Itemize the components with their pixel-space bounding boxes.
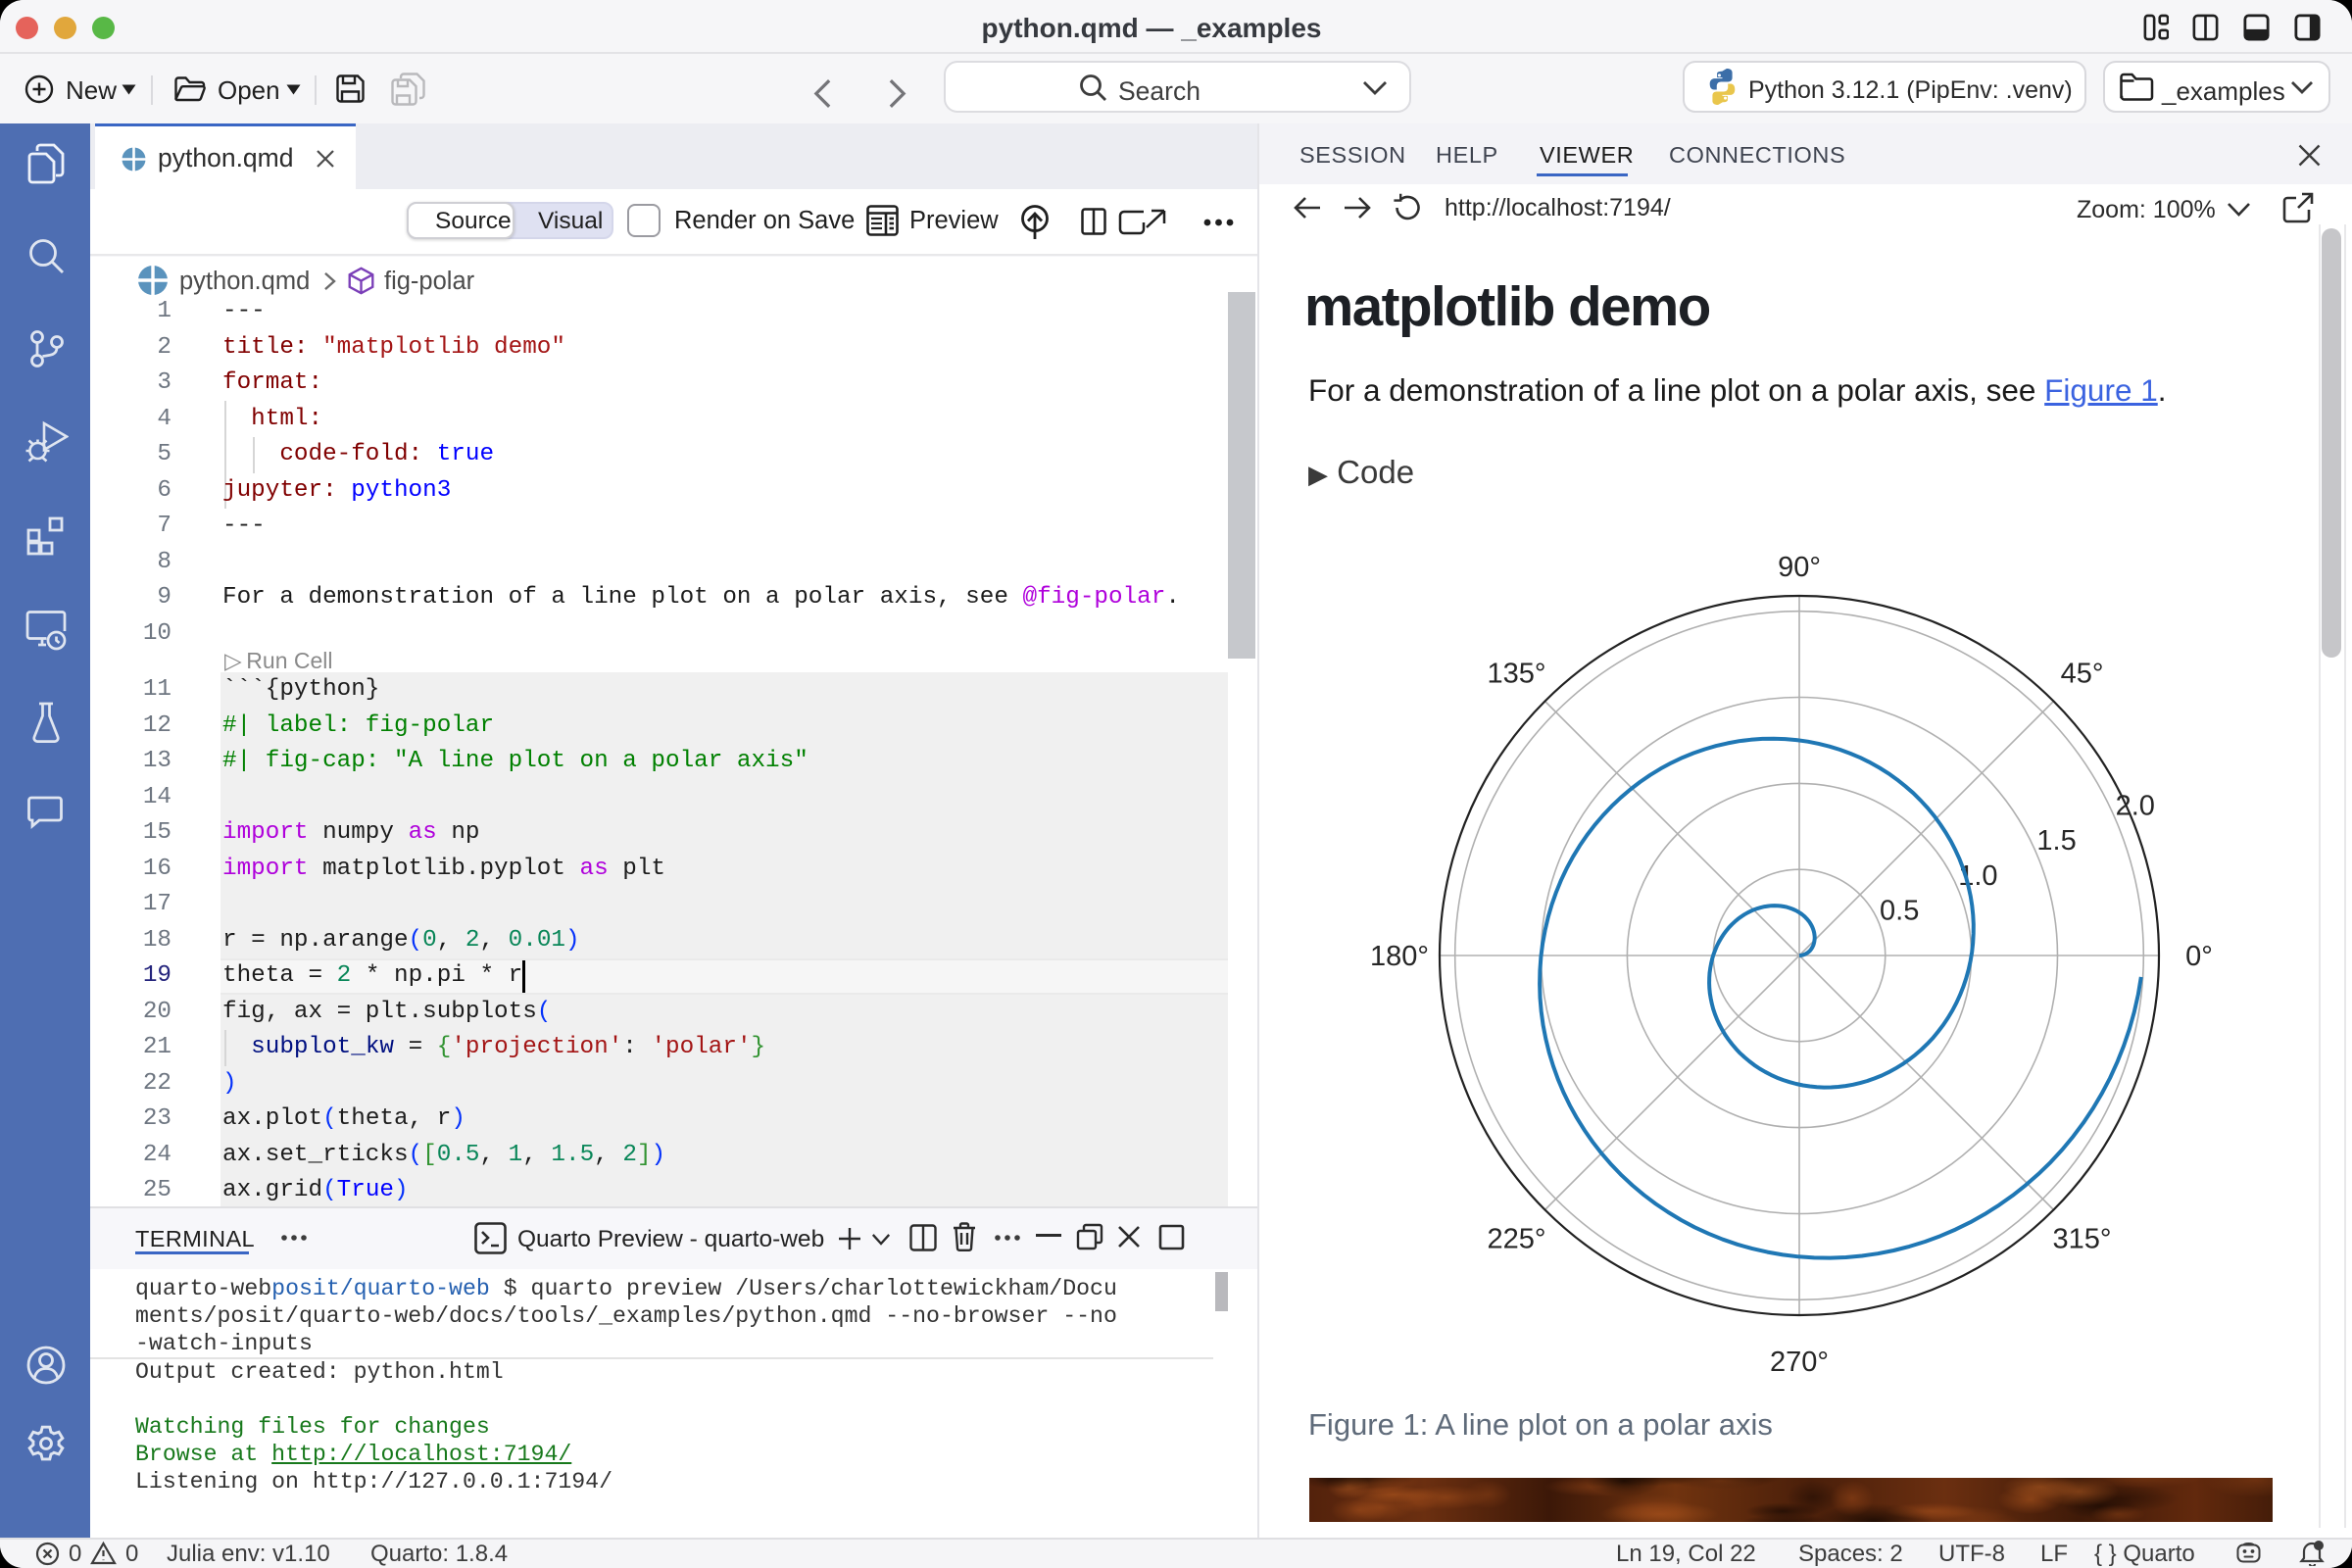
svg-text:0°: 0° xyxy=(2185,941,2213,972)
svg-text:1.5: 1.5 xyxy=(2036,825,2076,857)
svg-text:45°: 45° xyxy=(2061,659,2104,690)
svg-text:90°: 90° xyxy=(1778,552,1821,583)
svg-text:225°: 225° xyxy=(1488,1224,1546,1255)
svg-text:270°: 270° xyxy=(1770,1347,1829,1378)
svg-text:2.0: 2.0 xyxy=(2116,790,2155,821)
svg-text:135°: 135° xyxy=(1488,659,1546,690)
svg-text:0.5: 0.5 xyxy=(1880,896,1919,927)
svg-text:315°: 315° xyxy=(2053,1224,2112,1255)
svg-text:180°: 180° xyxy=(1370,941,1429,972)
